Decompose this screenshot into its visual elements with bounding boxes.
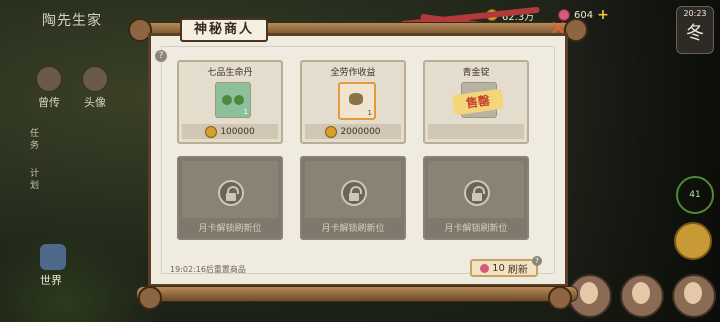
locked-slot[interactable]: 月卡解锁刷新位 <box>300 156 406 240</box>
shop-item-card[interactable]: 七品生命丹 1 100000 <box>177 60 283 144</box>
locked-slot[interactable]: 月卡解锁刷新位 <box>177 156 283 240</box>
refresh-button[interactable]: 10 刷新 <box>470 259 538 277</box>
pill-icon: 1 <box>215 82 251 118</box>
menu-button-1-label: 曾传 <box>38 96 60 109</box>
menu-button-1[interactable]: 曾传 <box>36 66 62 110</box>
task-tab[interactable]: 任务 <box>30 128 40 152</box>
refresh-cost: 10 <box>492 262 505 274</box>
shop-item-card-sold: 青金锭 售罄 <box>423 60 529 144</box>
background-trees <box>0 230 160 322</box>
menu-button-2[interactable]: 头像 <box>82 66 108 110</box>
panel-title: 神秘商人 <box>180 18 268 42</box>
reset-timer: 19:02:16后重置商品 <box>170 265 246 274</box>
close-icon[interactable]: ✕ <box>548 18 568 38</box>
plan-tab[interactable]: 计划 <box>30 168 40 192</box>
add-gems-button[interactable]: + <box>597 7 609 23</box>
clock-time: 20:23 <box>683 9 707 18</box>
character-icon <box>82 66 108 92</box>
item-price: 2000000 <box>305 124 401 139</box>
locked-slot[interactable]: 月卡解锁刷新位 <box>423 156 529 240</box>
item-count: 1 <box>243 108 248 116</box>
world-icon <box>40 244 66 270</box>
world-label: 世界 <box>40 274 62 287</box>
scroll-knob <box>138 286 162 310</box>
locked-slot-label: 月卡解锁刷新位 <box>321 224 385 234</box>
item-price-value: 100000 <box>220 126 255 137</box>
world-button[interactable]: 世界 <box>40 244 66 288</box>
lock-icon <box>218 180 244 206</box>
character-avatar-2[interactable] <box>620 274 664 318</box>
gold-coin-button[interactable] <box>674 222 712 260</box>
help-icon[interactable]: ? <box>155 50 167 62</box>
coin-icon <box>205 125 218 138</box>
season-clock[interactable]: 20:23 冬 <box>676 6 714 54</box>
season-label: 冬 <box>686 23 704 44</box>
item-price: 100000 <box>182 124 278 139</box>
item-price-empty <box>428 124 524 139</box>
shop-item-card[interactable]: 全劳作收益 1 2000000 <box>300 60 406 144</box>
scroll-knob <box>548 286 572 310</box>
locked-slot-label: 月卡解锁刷新位 <box>198 224 262 234</box>
item-price-value: 2000000 <box>340 126 381 137</box>
progress-ring[interactable]: 41 <box>676 176 714 214</box>
refresh-label: 刷新 <box>507 264 528 276</box>
item-name: 七品生命丹 <box>207 68 253 78</box>
scroll-item-icon: 1 <box>338 82 376 120</box>
item-count: 1 <box>367 109 372 117</box>
refresh-help-icon[interactable]: ? <box>532 256 542 266</box>
locked-slot-label: 月卡解锁刷新位 <box>444 224 508 234</box>
coin-icon <box>325 125 338 138</box>
gem-icon <box>480 263 490 273</box>
lock-icon <box>341 180 367 206</box>
insect-icon <box>349 93 363 105</box>
home-title: 陶先生家 <box>42 13 102 29</box>
character-avatar-3[interactable] <box>672 274 716 318</box>
lock-icon <box>464 180 490 206</box>
menu-button-2-label: 头像 <box>84 96 106 109</box>
mushroom-icon <box>36 66 62 92</box>
item-name: 青金锭 <box>462 68 490 78</box>
item-name: 全劳作收益 <box>330 68 376 78</box>
scroll-rod-bottom <box>136 286 578 302</box>
